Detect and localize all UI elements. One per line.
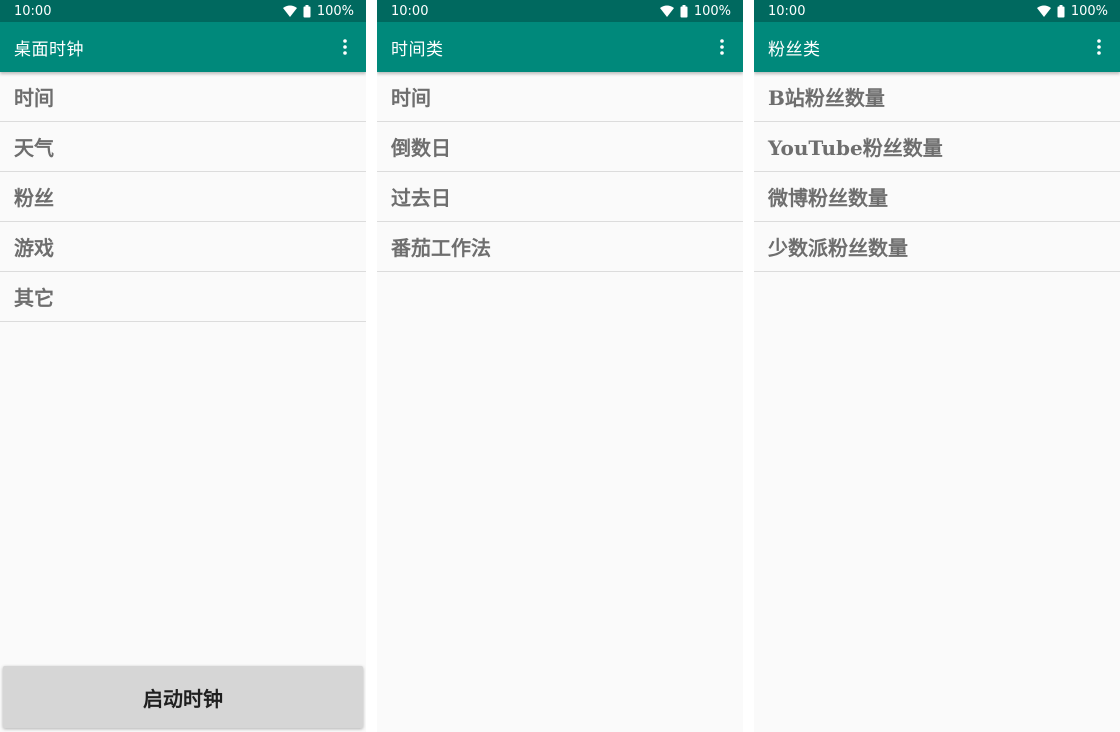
list-item-sspai-fans[interactable]: 少数派粉丝数量: [754, 222, 1120, 272]
list-item-youtube-fans[interactable]: YouTube粉丝数量: [754, 122, 1120, 172]
app-bar: 桌面时钟: [0, 22, 366, 72]
app-bar: 时间类: [377, 22, 743, 72]
battery-icon: [1057, 4, 1065, 17]
status-time: 10:00: [391, 3, 429, 19]
wifi-icon: [659, 5, 674, 17]
list-item-weibo-fans[interactable]: 微博粉丝数量: [754, 172, 1120, 222]
list-item-pomodoro[interactable]: 番茄工作法: [377, 222, 743, 272]
status-icons: 100%: [282, 3, 354, 19]
battery-percent: 100%: [1070, 3, 1108, 19]
status-bar: 10:00 100%: [0, 0, 366, 22]
battery-icon: [680, 4, 688, 17]
overflow-menu-icon[interactable]: [1090, 36, 1108, 58]
list-item-countdown[interactable]: 倒数日: [377, 122, 743, 172]
battery-percent: 100%: [316, 3, 354, 19]
list-item-days-since[interactable]: 过去日: [377, 172, 743, 222]
wifi-icon: [282, 5, 297, 17]
app-bar: 粉丝类: [754, 22, 1120, 72]
status-icons: 100%: [1036, 3, 1108, 19]
list-item-games[interactable]: 游戏: [0, 222, 366, 272]
fans-list: B站粉丝数量 YouTube粉丝数量 微博粉丝数量 少数派粉丝数量: [754, 72, 1120, 272]
list-item-time[interactable]: 时间: [377, 72, 743, 122]
list-item-time[interactable]: 时间: [0, 72, 366, 122]
screen-time-category: 10:00 100% 时间类 时间 倒数日 过去日 番茄工作法: [377, 0, 743, 732]
status-bar: 10:00 100%: [377, 0, 743, 22]
status-bar: 10:00 100%: [754, 0, 1120, 22]
overflow-menu-icon[interactable]: [336, 36, 354, 58]
overflow-menu-icon[interactable]: [713, 36, 731, 58]
status-icons: 100%: [659, 3, 731, 19]
status-time: 10:00: [14, 3, 52, 19]
screen-fans-category: 10:00 100% 粉丝类 B站粉丝数量 YouTube粉丝数量 微博粉丝数量…: [754, 0, 1120, 732]
list-item-weather[interactable]: 天气: [0, 122, 366, 172]
time-list: 时间 倒数日 过去日 番茄工作法: [377, 72, 743, 272]
list-item-bilibili-fans[interactable]: B站粉丝数量: [754, 72, 1120, 122]
status-time: 10:00: [768, 3, 806, 19]
screenshot-frame: 10:00 100% 桌面时钟 时间 天气 粉丝 游戏 其它 启动时钟 10:0…: [0, 0, 1120, 732]
list-item-fans[interactable]: 粉丝: [0, 172, 366, 222]
page-title: 时间类: [391, 39, 444, 60]
list-item-other[interactable]: 其它: [0, 272, 366, 322]
start-clock-button[interactable]: 启动时钟: [3, 666, 363, 728]
page-title: 粉丝类: [768, 39, 821, 60]
wifi-icon: [1036, 5, 1051, 17]
battery-percent: 100%: [693, 3, 731, 19]
page-title: 桌面时钟: [14, 39, 84, 60]
battery-icon: [303, 4, 311, 17]
category-list: 时间 天气 粉丝 游戏 其它: [0, 72, 366, 322]
screen-desktop-clock: 10:00 100% 桌面时钟 时间 天气 粉丝 游戏 其它 启动时钟: [0, 0, 366, 732]
